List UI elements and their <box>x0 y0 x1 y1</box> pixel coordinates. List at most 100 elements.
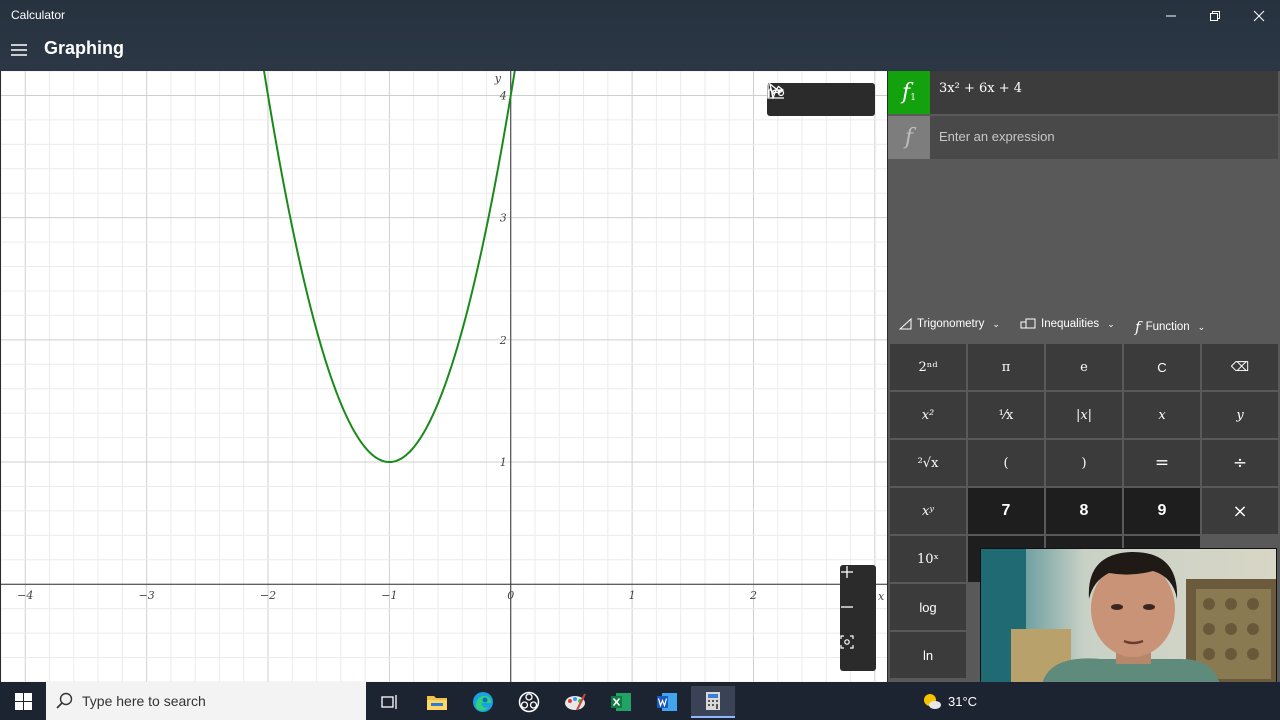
navigation-menu-button[interactable] <box>9 40 29 60</box>
inequalities-label: Inequalities <box>1041 318 1100 330</box>
ten-power-key[interactable]: 10ˣ <box>890 536 966 582</box>
function-badge-subscript: 1 <box>910 92 916 103</box>
windows-logo-icon <box>14 692 32 710</box>
search-icon <box>56 692 73 709</box>
x-tick-label: 1 <box>629 589 636 602</box>
close-button[interactable] <box>1236 0 1280 32</box>
divide-key[interactable]: ÷ <box>1202 440 1278 486</box>
partly-sunny-icon <box>924 694 941 709</box>
paint-icon <box>565 693 586 711</box>
minimize-button[interactable] <box>1148 0 1194 32</box>
y-tick-label: 4 <box>499 89 507 102</box>
e-key[interactable]: e <box>1046 344 1122 390</box>
restore-button[interactable] <box>1192 0 1238 32</box>
chevron-down-icon: ⌄ <box>1197 321 1206 332</box>
function-dropdown[interactable]: 𝑓 Function ⌄ <box>1135 318 1205 336</box>
expression-row-empty[interactable]: f Enter an expression <box>888 116 1278 159</box>
inequality-icon <box>1020 318 1036 329</box>
absolute-value-key[interactable]: |x| <box>1046 392 1122 438</box>
share-button[interactable] <box>768 85 835 114</box>
calculator-taskbar-button[interactable] <box>691 686 735 718</box>
chevron-down-icon: ⌄ <box>1107 318 1115 329</box>
inequalities-dropdown[interactable]: Inequalities ⌄ <box>1020 318 1115 330</box>
function-label: Function <box>1145 321 1190 333</box>
app-header: Graphing <box>0 32 888 70</box>
equals-key[interactable]: = <box>1124 440 1200 486</box>
title-bar: Calculator <box>0 0 1280 32</box>
paint-app-button[interactable] <box>553 686 597 718</box>
graph-plot: −4 −3 −2 −1 0 1 2 1 2 3 4 x y <box>1 71 887 682</box>
backspace-key[interactable]: ⌫ <box>1202 344 1278 390</box>
zoom-out-button[interactable] <box>840 600 876 635</box>
reciprocal-key[interactable]: ¹⁄x <box>968 392 1044 438</box>
graph-toolbar <box>767 83 875 116</box>
folder-icon <box>427 696 447 710</box>
chevron-down-icon: ⌄ <box>992 318 1000 329</box>
temperature-text: 31°C <box>948 693 978 709</box>
y-variable-key[interactable]: y <box>1202 392 1278 438</box>
y-tick-label: 1 <box>500 456 507 469</box>
nine-key[interactable]: 9 <box>1124 488 1200 534</box>
webcam-overlay <box>980 548 1277 688</box>
x-tick-label: 2 <box>749 589 757 602</box>
function-color-badge[interactable]: f1 <box>888 71 930 114</box>
task-view-button[interactable] <box>368 686 412 718</box>
expression-row-1[interactable]: f1 3x² + 6x + 4 <box>888 71 1278 114</box>
trigonometry-dropdown[interactable]: Trigonometry ⌄ <box>899 318 1000 330</box>
close-icon <box>1253 10 1265 22</box>
word-button[interactable] <box>645 686 689 718</box>
expression-placeholder: Enter an expression <box>939 129 1055 144</box>
left-paren-key[interactable]: ( <box>968 440 1044 486</box>
taskbar: Type here to search 31°C <box>0 682 1280 720</box>
right-paren-key[interactable]: ) <box>1046 440 1122 486</box>
excel-button[interactable] <box>599 686 643 718</box>
calculator-window: Calculator Graphing −4 −3 −2 −1 0 1 2 1 2 3 4 x <box>0 0 1280 688</box>
x-axis-label: x <box>878 590 885 603</box>
log-key[interactable]: log <box>890 584 966 630</box>
ln-key[interactable]: ln <box>890 632 966 678</box>
x-tick-label: −3 <box>139 589 155 602</box>
zoom-in-button[interactable] <box>840 565 876 600</box>
word-icon <box>657 693 677 711</box>
expression-input-1[interactable]: 3x² + 6x + 4 <box>930 71 1278 114</box>
power-key[interactable]: xʸ <box>890 488 966 534</box>
graph-settings-icon <box>767 84 785 99</box>
x-variable-key[interactable]: x <box>1124 392 1200 438</box>
seven-key[interactable]: 7 <box>968 488 1044 534</box>
hamburger-icon <box>11 44 27 56</box>
fit-view-icon <box>840 635 854 649</box>
second-function-key[interactable]: 2ⁿᵈ <box>890 344 966 390</box>
x-tick-label: 0 <box>507 589 514 602</box>
function-categories: Trigonometry ⌄ Inequalities ⌄ 𝑓 Function ⌄ <box>888 311 1280 341</box>
empty-badge-label: f <box>904 125 914 150</box>
y-tick-label: 2 <box>499 334 507 347</box>
graph-canvas[interactable]: −4 −3 −2 −1 0 1 2 1 2 3 4 x y <box>1 71 887 682</box>
zoom-controls <box>840 565 876 671</box>
restore-icon <box>1210 11 1220 21</box>
triangle-icon <box>899 318 912 330</box>
x-tick-label: −4 <box>17 589 33 602</box>
calculator-icon <box>706 692 720 710</box>
graph-options-button[interactable] <box>767 84 868 114</box>
reset-view-button[interactable] <box>840 635 876 670</box>
weather-widget[interactable]: 31°C <box>922 692 977 710</box>
x-squared-key[interactable]: x² <box>890 392 966 438</box>
square-root-key[interactable]: ²√x <box>890 440 966 486</box>
mode-title: Graphing <box>44 38 124 58</box>
taskbar-search-box[interactable]: Type here to search <box>46 682 366 720</box>
eight-key[interactable]: 8 <box>1046 488 1122 534</box>
minimize-icon <box>1166 15 1176 17</box>
minus-icon <box>841 606 853 608</box>
function-icon: 𝑓 <box>1135 318 1141 336</box>
app-title: Calculator <box>11 8 66 22</box>
clear-key[interactable]: C <box>1124 344 1200 390</box>
pi-key[interactable]: π <box>968 344 1044 390</box>
plus-icon <box>841 566 853 578</box>
trigonometry-label: Trigonometry <box>917 318 985 330</box>
start-button[interactable] <box>0 682 46 720</box>
multiply-key[interactable]: × <box>1202 488 1278 534</box>
x-tick-label: −1 <box>381 589 397 602</box>
file-explorer-button[interactable] <box>415 686 459 718</box>
edge-browser-button[interactable] <box>461 686 505 718</box>
obs-button[interactable] <box>507 686 551 718</box>
